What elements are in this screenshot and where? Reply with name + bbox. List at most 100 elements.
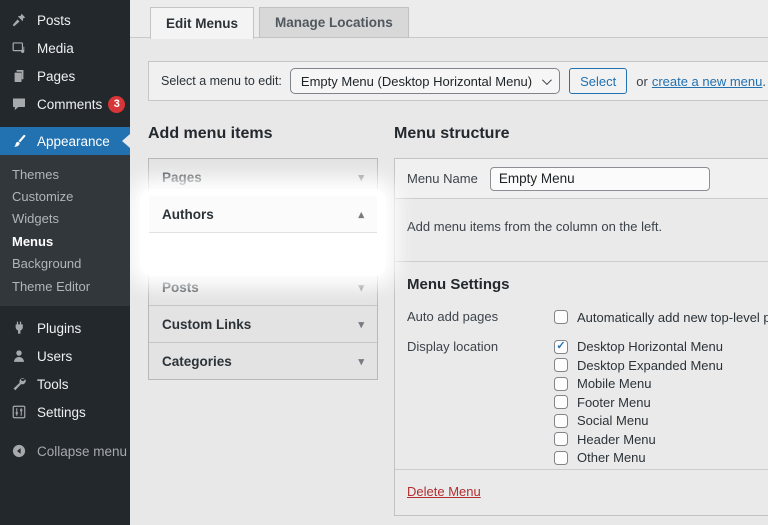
sidebar-item-label: Tools [37, 377, 69, 392]
sidebar-item-plugins[interactable]: Plugins [0, 314, 130, 342]
admin-content: Edit Menus Manage Locations Select a men… [130, 0, 768, 525]
menu-name-row: Menu Name [395, 159, 768, 199]
location-option: Header Menu [554, 430, 723, 449]
location-checkbox[interactable] [554, 414, 568, 428]
tab-edit-menus[interactable]: Edit Menus [150, 7, 254, 39]
sidebar-item-label: Appearance [37, 134, 110, 149]
chevron-down-icon: ▾ [358, 318, 364, 331]
sidebar-item-media[interactable]: Media [0, 34, 130, 62]
sidebar-item-label: Settings [37, 405, 86, 420]
sidebar-item-posts[interactable]: Posts [0, 6, 130, 34]
location-checkbox[interactable] [554, 432, 568, 446]
media-icon [9, 38, 29, 58]
submenu-item-themes[interactable]: Themes [0, 163, 130, 185]
display-location-label: Display location [407, 338, 554, 468]
location-checkbox-checked[interactable]: ✓ [554, 340, 568, 354]
location-option: Desktop Expanded Menu [554, 356, 723, 375]
sidebar-item-label: Plugins [37, 321, 81, 336]
sidebar-item-users[interactable]: Users [0, 342, 130, 370]
location-option: Mobile Menu [554, 375, 723, 394]
chevron-down-icon: ▾ [358, 281, 364, 294]
chevron-up-icon: ▴ [358, 208, 364, 221]
sidebar-item-pages[interactable]: Pages [0, 62, 130, 90]
auto-add-checkbox[interactable] [554, 310, 568, 324]
display-location-row: Display location ✓ Desktop Horizontal Me… [407, 338, 768, 468]
drag-instructions: Add menu items from the column on the le… [395, 199, 768, 262]
menu-select-bar: Select a menu to edit: Empty Menu (Deskt… [148, 61, 768, 101]
location-label: Desktop Horizontal Menu [577, 339, 723, 354]
collapse-menu-label: Collapse menu [37, 444, 127, 459]
authors-panel-body [149, 233, 377, 269]
menu-structure-box: Menu Name Add menu items from the column… [394, 158, 768, 516]
panel-custom-links[interactable]: Custom Links ▾ [149, 306, 377, 343]
submenu-item-customize[interactable]: Customize [0, 185, 130, 207]
collapse-arrow-icon [9, 441, 29, 461]
menu-name-input[interactable] [490, 167, 710, 191]
panel-label: Pages [162, 170, 202, 185]
brush-icon [9, 131, 29, 151]
current-page-arrow-pointer [122, 134, 130, 148]
auto-add-option: Automatically add new top-level pages to [554, 308, 768, 327]
or-text: or [636, 74, 648, 89]
sidebar-item-tools[interactable]: Tools [0, 370, 130, 398]
collapse-menu-button[interactable]: Collapse menu [0, 437, 130, 465]
menu-settings-heading: Menu Settings [407, 276, 768, 293]
chevron-down-icon: ▾ [358, 355, 364, 368]
tab-manage-locations[interactable]: Manage Locations [259, 7, 409, 38]
nav-tabs: Edit Menus Manage Locations [150, 7, 409, 39]
select-button[interactable]: Select [569, 68, 627, 94]
location-option: Footer Menu [554, 393, 723, 412]
location-label: Footer Menu [577, 395, 651, 410]
location-checkbox[interactable] [554, 377, 568, 391]
sidebar-item-settings[interactable]: Settings [0, 398, 130, 426]
pin-icon [9, 10, 29, 30]
sidebar-item-appearance[interactable]: Appearance [0, 127, 130, 155]
auto-add-pages-row: Auto add pages Automatically add new top… [407, 308, 768, 327]
submenu-item-background[interactable]: Background [0, 253, 130, 275]
location-label: Other Menu [577, 450, 646, 465]
menu-structure-heading: Menu structure [394, 125, 510, 143]
menu-settings-section: Menu Settings Auto add pages Automatical… [395, 262, 768, 470]
location-checkbox[interactable] [554, 451, 568, 465]
sliders-icon [9, 402, 29, 422]
comments-count-badge: 3 [108, 96, 125, 113]
structure-box-footer: Delete Menu [395, 470, 768, 513]
location-label: Desktop Expanded Menu [577, 358, 723, 373]
menu-select-dropdown[interactable]: Empty Menu (Desktop Horizontal Menu) [290, 68, 560, 94]
submenu-item-menus[interactable]: Menus [0, 230, 130, 252]
plug-icon [9, 318, 29, 338]
panel-label: Custom Links [162, 317, 251, 332]
sidebar-item-label: Posts [37, 13, 71, 28]
add-menu-items-heading: Add menu items [148, 125, 272, 143]
comment-icon [9, 94, 29, 114]
delete-menu-link[interactable]: Delete Menu [407, 484, 481, 499]
sidebar-item-label: Users [37, 349, 72, 364]
panel-label: Posts [162, 280, 199, 295]
location-checkbox[interactable] [554, 358, 568, 372]
pages-icon [9, 66, 29, 86]
submenu-item-widgets[interactable]: Widgets [0, 208, 130, 230]
location-label: Header Menu [577, 432, 656, 447]
location-option: Social Menu [554, 412, 723, 431]
appearance-submenu: Themes Customize Widgets Menus Backgroun… [0, 155, 130, 306]
menu-name-label: Menu Name [407, 171, 478, 186]
auto-add-pages-label: Auto add pages [407, 308, 554, 327]
submenu-item-theme-editor[interactable]: Theme Editor [0, 275, 130, 297]
chevron-down-icon [542, 75, 552, 85]
menu-select-label: Select a menu to edit: [161, 74, 282, 88]
wrench-icon [9, 374, 29, 394]
create-menu-link-wrap: create a new menu. Don't forget to [652, 74, 768, 89]
authors-panel-highlighted: Authors ▴ [149, 196, 377, 269]
create-new-menu-link[interactable]: create a new menu [652, 74, 763, 89]
sidebar-item-comments[interactable]: Comments 3 [0, 90, 130, 118]
panel-authors[interactable]: Authors ▴ [149, 196, 377, 233]
dropdown-value: Empty Menu (Desktop Horizontal Menu) [301, 74, 532, 89]
location-option: Other Menu [554, 449, 723, 468]
location-label: Social Menu [577, 413, 649, 428]
sidebar-separator [0, 118, 130, 127]
location-option: ✓ Desktop Horizontal Menu [554, 338, 723, 357]
sidebar-item-label: Media [37, 41, 74, 56]
panel-categories[interactable]: Categories ▾ [149, 343, 377, 379]
location-checkbox[interactable] [554, 395, 568, 409]
panel-label: Authors [162, 207, 214, 222]
